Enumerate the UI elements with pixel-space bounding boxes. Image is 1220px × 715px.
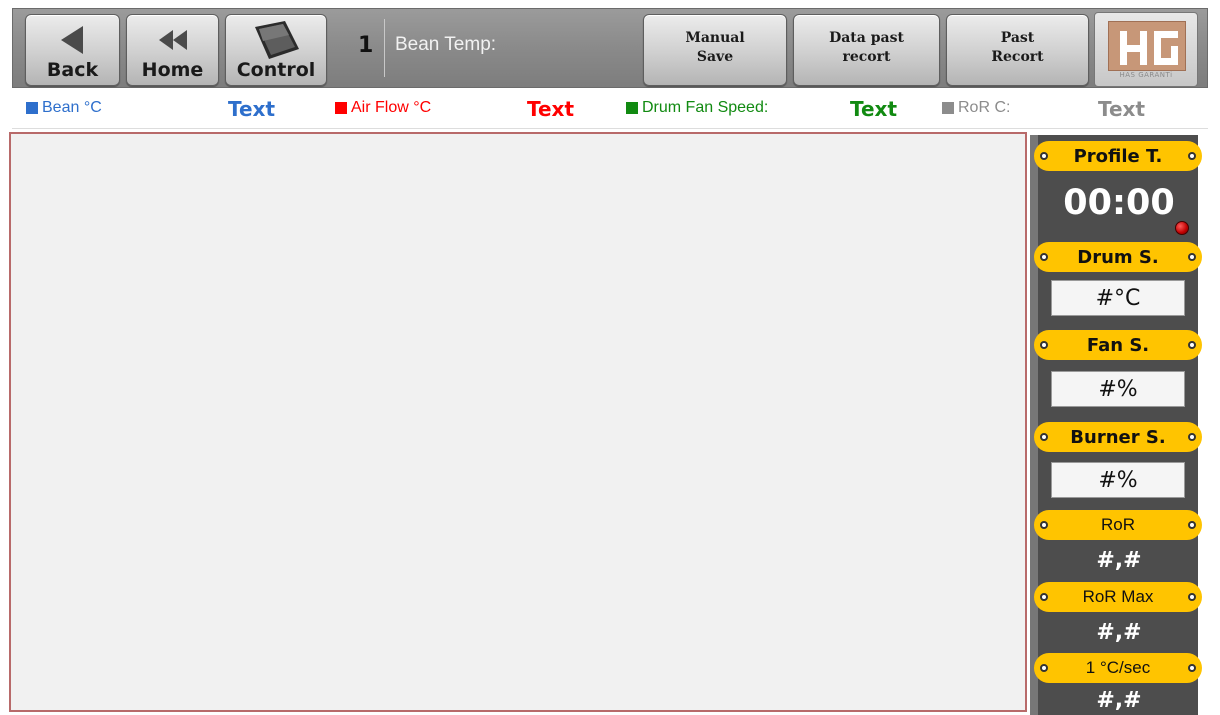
ror-label: RoR bbox=[1100, 515, 1135, 534]
status-panel: Profile T. 00:00 Drum S. #°C Fan S. #% B… bbox=[1030, 135, 1202, 715]
rate-label: 1 °C/sec bbox=[1085, 658, 1151, 677]
legend-bean: Bean °C bbox=[26, 99, 102, 117]
drum-fan-color-swatch bbox=[626, 102, 638, 114]
legend-drum-fan-label: Drum Fan Speed: bbox=[642, 99, 769, 116]
logo-brand-text: HAS GARANTi bbox=[1119, 71, 1173, 79]
control-button[interactable]: Control bbox=[225, 14, 327, 86]
legend-bar: Bean °C Text Air Flow °C Text Drum Fan S… bbox=[12, 91, 1208, 129]
screw-icon bbox=[1040, 152, 1048, 160]
drum-s-label: Drum S. bbox=[1077, 246, 1159, 268]
back-arrow-icon bbox=[26, 23, 119, 57]
toolbar-divider bbox=[384, 19, 385, 77]
bean-color-swatch bbox=[26, 102, 38, 114]
screw-icon bbox=[1040, 433, 1048, 441]
screw-icon bbox=[1040, 593, 1048, 601]
profile-t-label: Profile T. bbox=[1073, 145, 1163, 167]
roast-chart-area[interactable] bbox=[9, 132, 1027, 712]
bean-temp-label: Bean Temp: bbox=[395, 34, 497, 55]
data-past-record-button[interactable]: Data past recort bbox=[793, 14, 940, 86]
profile-counter: 1 bbox=[358, 33, 374, 58]
past-record-label: Past Recort bbox=[991, 30, 1044, 65]
ror-value: #,# bbox=[1096, 548, 1142, 573]
legend-ror-value: Text bbox=[1098, 97, 1146, 121]
fan-s-label: Fan S. bbox=[1086, 334, 1150, 356]
ror-max-value: #,# bbox=[1096, 620, 1142, 645]
ror-max-label: RoR Max bbox=[1082, 587, 1154, 606]
manual-save-button[interactable]: Manual Save bbox=[643, 14, 787, 86]
burner-s-header: Burner S. bbox=[1034, 422, 1202, 452]
screw-icon bbox=[1188, 521, 1196, 529]
legend-drum-fan-value: Text bbox=[850, 97, 898, 121]
data-past-record-label: Data past recort bbox=[829, 30, 904, 65]
air-flow-color-swatch bbox=[335, 102, 347, 114]
screw-icon bbox=[1040, 253, 1048, 261]
recording-led-icon bbox=[1175, 221, 1189, 235]
screw-icon bbox=[1188, 253, 1196, 261]
screw-icon bbox=[1040, 521, 1048, 529]
screw-icon bbox=[1188, 341, 1196, 349]
drum-s-header: Drum S. bbox=[1034, 242, 1202, 272]
legend-air-flow-label: Air Flow °C bbox=[351, 99, 432, 116]
legend-ror: RoR C: bbox=[942, 99, 1010, 117]
back-button-label: Back bbox=[46, 59, 99, 81]
screw-icon bbox=[1188, 152, 1196, 160]
legend-drum-fan: Drum Fan Speed: bbox=[626, 99, 768, 117]
fan-s-header: Fan S. bbox=[1034, 330, 1202, 360]
screw-icon bbox=[1188, 433, 1196, 441]
manual-save-label: Manual Save bbox=[685, 30, 745, 65]
home-double-arrow-icon bbox=[127, 23, 218, 57]
legend-bean-label: Bean °C bbox=[42, 99, 102, 116]
legend-air-flow: Air Flow °C bbox=[335, 99, 431, 117]
hg-logo: HAS GARANTi bbox=[1094, 12, 1198, 87]
profile-t-header: Profile T. bbox=[1034, 141, 1202, 171]
legend-air-flow-value: Text bbox=[527, 97, 575, 121]
ror-color-swatch bbox=[942, 102, 954, 114]
screw-icon bbox=[1188, 664, 1196, 672]
profile-timer: 00:00 bbox=[1063, 183, 1175, 223]
home-button[interactable]: Home bbox=[126, 14, 219, 86]
control-button-label: Control bbox=[236, 59, 316, 81]
hg-logo-icon bbox=[1108, 21, 1186, 71]
past-record-button[interactable]: Past Recort bbox=[946, 14, 1089, 86]
burner-s-label: Burner S. bbox=[1070, 426, 1166, 448]
ror-max-header: RoR Max bbox=[1034, 582, 1202, 612]
fan-s-value: #% bbox=[1051, 371, 1185, 407]
screw-icon bbox=[1040, 341, 1048, 349]
back-button[interactable]: Back bbox=[25, 14, 120, 86]
screw-icon bbox=[1040, 664, 1048, 672]
legend-ror-label: RoR C: bbox=[958, 99, 1011, 116]
drum-s-value: #°C bbox=[1051, 280, 1185, 316]
tablet-icon bbox=[226, 19, 326, 61]
rate-header: 1 °C/sec bbox=[1034, 653, 1202, 683]
top-toolbar: Back Home Control 1 Bean Temp: Manual Sa… bbox=[12, 8, 1208, 88]
home-button-label: Home bbox=[141, 59, 204, 81]
screw-icon bbox=[1188, 593, 1196, 601]
burner-s-value: #% bbox=[1051, 462, 1185, 498]
rate-value: #,# bbox=[1096, 688, 1142, 713]
legend-bean-value: Text bbox=[228, 97, 276, 121]
ror-header: RoR bbox=[1034, 510, 1202, 540]
